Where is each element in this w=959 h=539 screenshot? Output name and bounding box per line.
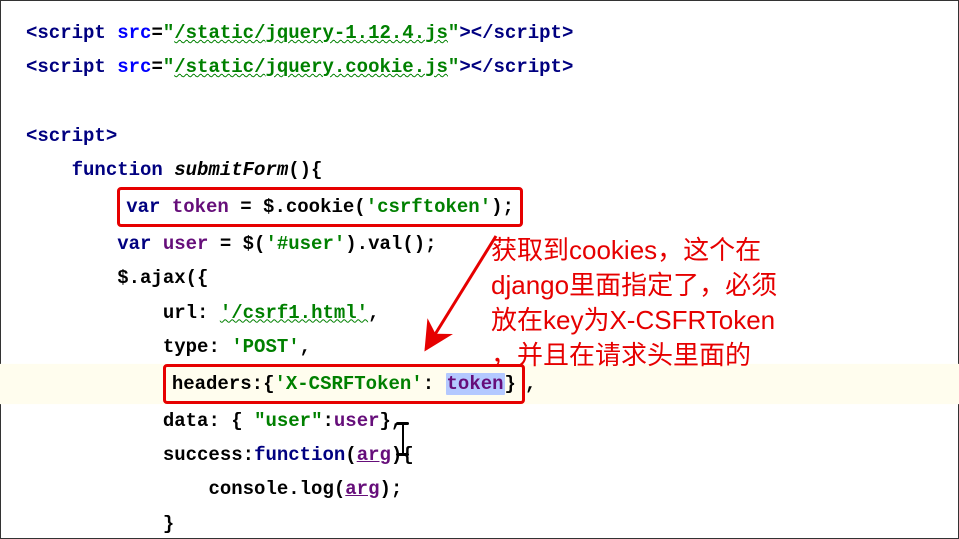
code-line-2: <script src="/static/jquery.cookie.js"><…: [26, 50, 933, 84]
code-line-15: }: [26, 507, 933, 539]
code-line-6: var token = $.cookie('csrftoken');: [26, 187, 933, 227]
code-line-14: console.log(arg);: [26, 472, 933, 506]
code-line-4: <script>: [26, 119, 933, 153]
code-line-13: success:function(arg){: [26, 438, 933, 472]
annotation-line-4: ，并且在请求头里面的: [491, 338, 931, 373]
annotation-line-1: 获取到cookies，这个在: [491, 233, 931, 268]
highlight-box-1: var token = $.cookie('csrftoken');: [117, 187, 523, 227]
code-line-12: data: { "user":user},: [26, 404, 933, 438]
code-line-blank: [26, 84, 933, 118]
selected-token: token: [446, 373, 505, 395]
code-line-5: function submitForm(){: [26, 153, 933, 187]
code-line-1: <script src="/static/jquery-1.12.4.js"><…: [26, 16, 933, 50]
annotation-line-3: 放在key为X-CSFRToken: [491, 303, 931, 338]
annotation-text: 获取到cookies，这个在 django里面指定了，必须 放在key为X-CS…: [491, 233, 931, 373]
annotation-line-2: django里面指定了，必须: [491, 268, 931, 303]
highlight-box-2: headers:{'X-CSRFToken': token}: [163, 364, 525, 404]
